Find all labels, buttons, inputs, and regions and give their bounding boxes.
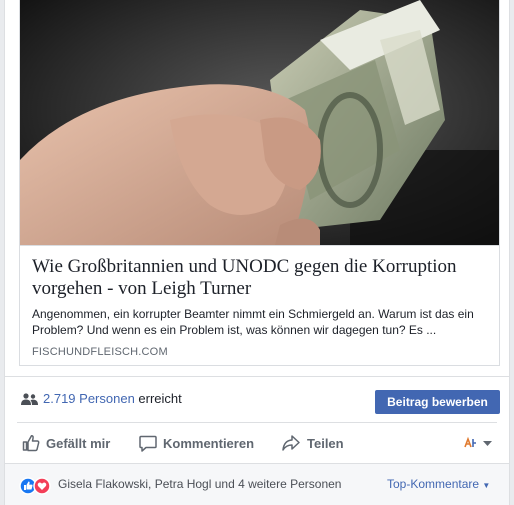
- reach-summary: 2.719 Personen erreicht: [43, 391, 182, 406]
- link-image[interactable]: [20, 0, 499, 245]
- thumbs-up-icon: [22, 435, 40, 452]
- comment-sort-dropdown[interactable]: Top-Kommentare ▼: [387, 477, 490, 491]
- money-hand-illustration: [20, 0, 499, 245]
- comment-button[interactable]: Kommentieren: [139, 433, 254, 453]
- boost-post-button[interactable]: Beitrag bewerben: [375, 390, 500, 414]
- reach-suffix: erreicht: [138, 391, 182, 406]
- share-arrow-icon: [282, 435, 300, 451]
- post-card: Wie Großbritannien und UNODC gegen die K…: [4, 0, 510, 505]
- comment-label: Kommentieren: [163, 435, 255, 451]
- comment-bubble-icon: [139, 435, 157, 452]
- people-icon: [21, 393, 38, 405]
- link-domain: FISCHUNDFLEISCH.COM: [32, 346, 168, 358]
- like-button[interactable]: Gefällt mir: [22, 433, 110, 453]
- audience-selector[interactable]: [463, 433, 501, 453]
- link-description: Angenommen, ein korrupter Beamter nimmt …: [32, 307, 474, 337]
- reach-row: 2.719 Personen erreicht Beitrag bewerben: [5, 376, 509, 422]
- reach-count-link[interactable]: 2.719 Personen: [43, 391, 135, 406]
- link-headline[interactable]: Wie Großbritannien und UNODC gegen die K…: [32, 256, 487, 300]
- reactors-link[interactable]: Gisela Flakowski, Petra Hogl und 4 weite…: [58, 477, 341, 491]
- sort-label: Top-Kommentare: [387, 477, 480, 491]
- chevron-down-icon: ▼: [482, 481, 491, 490]
- link-text[interactable]: Wie Großbritannien und UNODC gegen die K…: [20, 245, 499, 365]
- share-label: Teilen: [307, 435, 344, 451]
- link-preview[interactable]: Wie Großbritannien und UNODC gegen die K…: [19, 0, 500, 366]
- post-actions: Gefällt mir Kommentieren Teilen: [17, 422, 497, 463]
- reaction-icons[interactable]: [19, 477, 55, 495]
- reactions-row: Gisela Flakowski, Petra Hogl und 4 weite…: [5, 463, 509, 505]
- page-avatar-dropdown-icon: [464, 436, 492, 448]
- share-button[interactable]: Teilen: [281, 433, 344, 453]
- love-icon: [33, 477, 51, 495]
- like-label: Gefällt mir: [46, 435, 111, 451]
